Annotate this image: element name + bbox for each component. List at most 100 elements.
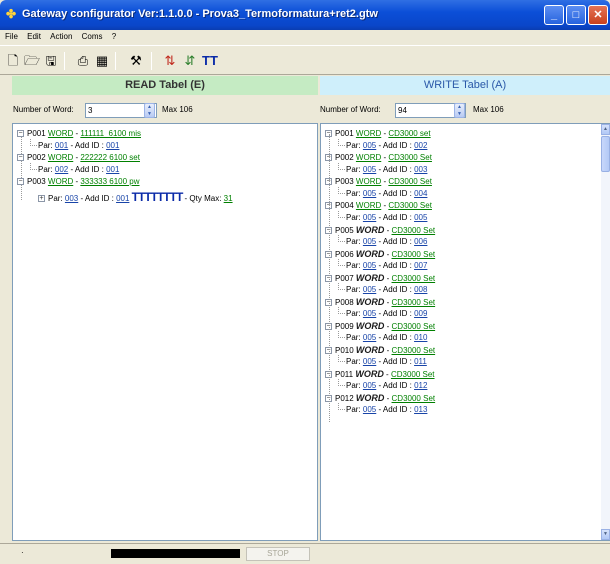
- menu-help[interactable]: ?: [112, 32, 116, 41]
- desc-link[interactable]: CD3000 Set: [392, 298, 436, 307]
- write-node-p011-par: Par: 005 - Add ID : 012: [346, 381, 428, 390]
- write-table-header: WRITE Tabel (A): [320, 76, 610, 95]
- word-link[interactable]: WORD: [356, 177, 381, 186]
- word-link[interactable]: WORD: [356, 153, 381, 162]
- menu-coms[interactable]: Coms: [82, 32, 103, 41]
- write-max-label: Max 106: [473, 105, 504, 114]
- addid-link[interactable]: 001: [106, 165, 119, 174]
- tree-connector: [338, 259, 345, 266]
- word-link[interactable]: WORD: [356, 129, 381, 138]
- save-disk-icon[interactable]: 🖫: [43, 53, 59, 69]
- desc-link[interactable]: 222222 6100 set: [80, 153, 140, 162]
- menu-edit[interactable]: Edit: [27, 32, 41, 41]
- par-link[interactable]: 005: [363, 213, 376, 222]
- menu-action[interactable]: Action: [50, 32, 72, 41]
- addid-link[interactable]: 003: [414, 165, 427, 174]
- word-link[interactable]: WORD: [48, 177, 73, 186]
- read-word-spinner[interactable]: ▲ ▼: [144, 103, 155, 118]
- par-link[interactable]: 005: [363, 381, 376, 390]
- tree-connector: [338, 211, 345, 218]
- tree-connector: [338, 283, 345, 290]
- par-link[interactable]: 002: [55, 165, 68, 174]
- desc-link[interactable]: CD3000 Set: [391, 370, 435, 379]
- transfer-icon[interactable]: ⇵: [182, 53, 198, 69]
- addid-link[interactable]: 010: [414, 333, 427, 342]
- word-link[interactable]: WORD: [48, 153, 73, 162]
- tools-icon[interactable]: ⚒: [128, 53, 144, 69]
- par-link[interactable]: 005: [363, 189, 376, 198]
- par-link[interactable]: 001: [55, 141, 68, 150]
- open-folder-icon[interactable]: 🗁: [24, 53, 40, 69]
- up-down-arrows-icon[interactable]: ⇅: [162, 53, 178, 69]
- desc-link[interactable]: CD3000 Set: [392, 250, 436, 259]
- print-icon[interactable]: ⎙: [75, 53, 91, 69]
- collapse-icon[interactable]: −: [17, 178, 24, 185]
- par-link[interactable]: 005: [363, 405, 376, 414]
- par-link[interactable]: 005: [363, 357, 376, 366]
- word-link[interactable]: WORD: [356, 201, 381, 210]
- par-link[interactable]: 005: [363, 309, 376, 318]
- desc-link[interactable]: CD3000 Set: [392, 322, 436, 331]
- desc-link[interactable]: CD3000 Set: [392, 226, 436, 235]
- collapse-icon[interactable]: −: [17, 130, 24, 137]
- desc-link[interactable]: CD3000 Set: [388, 153, 432, 162]
- desc-link[interactable]: CD3000 Set: [388, 177, 432, 186]
- addid-link[interactable]: 001: [106, 141, 119, 150]
- calculator-icon[interactable]: ▦: [94, 53, 110, 69]
- stop-button[interactable]: STOP: [246, 547, 310, 561]
- desc-link[interactable]: CD3000 Set: [388, 201, 432, 210]
- addid-link[interactable]: 008: [414, 285, 427, 294]
- comb-icon[interactable]: ТТ: [202, 53, 218, 69]
- desc-link[interactable]: 111111_6100 mis: [80, 129, 141, 138]
- par-link[interactable]: 005: [363, 333, 376, 342]
- read-node-p003[interactable]: − P003 WORD - 333333 6100 pw: [17, 176, 140, 188]
- expand-icon[interactable]: +: [38, 195, 45, 202]
- word-link[interactable]: WORD: [356, 345, 385, 355]
- par-link[interactable]: 005: [363, 261, 376, 270]
- desc-link[interactable]: CD3000 set: [388, 129, 430, 138]
- scroll-thumb[interactable]: [601, 136, 610, 172]
- scroll-up-button[interactable]: ▲: [601, 124, 610, 135]
- par-link[interactable]: 005: [363, 165, 376, 174]
- addid-link[interactable]: 001: [116, 194, 129, 203]
- word-link[interactable]: WORD: [356, 249, 385, 259]
- word-link[interactable]: WORD: [356, 273, 385, 283]
- vertical-scrollbar[interactable]: ▲ ▼: [601, 124, 610, 540]
- collapse-icon[interactable]: −: [17, 154, 24, 161]
- minimize-button[interactable]: _: [544, 5, 564, 25]
- addid-link[interactable]: 004: [414, 189, 427, 198]
- word-link[interactable]: WORD: [48, 129, 73, 138]
- addid-link[interactable]: 006: [414, 237, 427, 246]
- addid-link[interactable]: 009: [414, 309, 427, 318]
- close-button[interactable]: ✕: [588, 5, 608, 25]
- write-word-spinner[interactable]: ▲ ▼: [454, 103, 465, 118]
- desc-link[interactable]: CD3000 Set: [392, 394, 436, 403]
- qty-link[interactable]: 31: [224, 194, 233, 203]
- maximize-button[interactable]: □: [566, 5, 586, 25]
- word-link[interactable]: WORD: [356, 297, 385, 307]
- addid-link[interactable]: 012: [414, 381, 427, 390]
- addid-link[interactable]: 007: [414, 261, 427, 270]
- menu-file[interactable]: File: [5, 32, 18, 41]
- title-bar[interactable]: ✤ Gateway configurator Ver:1.1.0.0 - Pro…: [0, 0, 610, 30]
- addid-link[interactable]: 002: [414, 141, 427, 150]
- par-link[interactable]: 005: [363, 141, 376, 150]
- scroll-down-button[interactable]: ▼: [601, 529, 610, 540]
- write-node-p003-par: Par: 005 - Add ID : 004: [346, 189, 428, 198]
- addid-link[interactable]: 013: [414, 405, 427, 414]
- desc-link[interactable]: CD3000 Set: [392, 274, 436, 283]
- tree-line: [329, 134, 330, 422]
- word-link[interactable]: WORD: [356, 321, 385, 331]
- tree-connector: [338, 235, 345, 242]
- new-file-icon[interactable]: 🗋: [5, 53, 21, 69]
- desc-link[interactable]: 333333 6100 pw: [80, 177, 139, 186]
- desc-link[interactable]: CD3000 Set: [392, 346, 436, 355]
- word-link[interactable]: WORD: [356, 225, 385, 235]
- par-link[interactable]: 005: [363, 285, 376, 294]
- word-link[interactable]: WORD: [356, 393, 385, 403]
- par-link[interactable]: 005: [363, 237, 376, 246]
- addid-link[interactable]: 005: [414, 213, 427, 222]
- addid-link[interactable]: 011: [414, 357, 427, 366]
- par-link[interactable]: 003: [65, 194, 78, 203]
- word-link[interactable]: WORD: [355, 369, 384, 379]
